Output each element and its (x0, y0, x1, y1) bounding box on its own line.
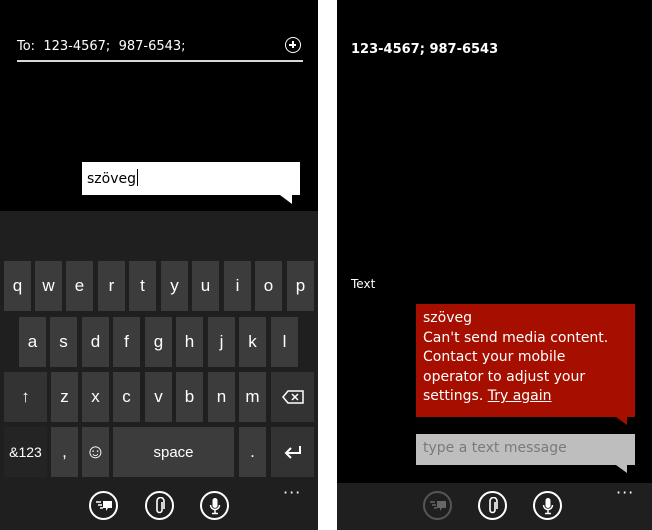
message-input[interactable]: type a text message (416, 434, 635, 473)
send-button[interactable] (423, 491, 452, 520)
key-q[interactable]: q (4, 261, 31, 311)
key-j[interactable]: j (208, 317, 235, 367)
key-a[interactable]: a (19, 317, 46, 367)
attach-button[interactable] (145, 491, 174, 520)
add-recipient-icon[interactable] (285, 37, 301, 53)
send-icon (95, 500, 112, 511)
message-text: szöveg (423, 310, 472, 326)
message-type-label: Text (351, 277, 376, 291)
backspace-key[interactable] (271, 372, 314, 422)
compose-message-input[interactable]: szöveg (82, 162, 300, 204)
enter-key[interactable] (271, 427, 314, 477)
key-g[interactable]: g (145, 317, 172, 367)
space-key[interactable]: space (113, 427, 234, 477)
key-n[interactable]: n (208, 372, 235, 422)
message-input-placeholder: type a text message (423, 440, 567, 456)
try-again-link[interactable]: Try again (488, 388, 552, 404)
conversation-screen: 123-4567; 987-6543 Text szöveg Can't sen… (337, 0, 652, 530)
enter-icon (284, 446, 301, 459)
key-e[interactable]: e (66, 261, 93, 311)
key-b[interactable]: b (176, 372, 203, 422)
key-i[interactable]: i (224, 261, 251, 311)
paperclip-icon (488, 496, 498, 513)
key-s[interactable]: s (50, 317, 77, 367)
key-t[interactable]: t (129, 261, 156, 311)
shift-key[interactable]: ↑ (4, 372, 47, 422)
attach-button[interactable] (478, 491, 507, 520)
period-key[interactable]: . (239, 427, 266, 477)
key-r[interactable]: r (98, 261, 125, 311)
symbols-key[interactable]: &123 (4, 427, 47, 477)
compose-screen: To: 123-4567; 987-6543; szöveg q w e r t… (0, 0, 318, 530)
app-bar: ··· (337, 483, 652, 530)
key-d[interactable]: d (82, 317, 109, 367)
text-caret (137, 169, 138, 186)
paperclip-icon (155, 496, 165, 513)
key-p[interactable]: p (287, 261, 314, 311)
send-button[interactable] (89, 491, 118, 520)
key-z[interactable]: z (51, 372, 78, 422)
key-y[interactable]: y (161, 261, 188, 311)
microphone-icon (209, 497, 220, 514)
to-field-text: To: 123-4567; 987-6543; (17, 39, 186, 54)
on-screen-keyboard: q w e r t y u i o p a s d f g h j k l ↑ … (0, 211, 318, 483)
key-v[interactable]: v (145, 372, 172, 422)
key-x[interactable]: x (82, 372, 109, 422)
key-w[interactable]: w (35, 261, 62, 311)
more-options-button[interactable]: ··· (616, 483, 634, 502)
more-options-button[interactable]: ··· (283, 483, 301, 502)
key-l[interactable]: l (271, 317, 298, 367)
backspace-icon (281, 390, 304, 404)
key-f[interactable]: f (113, 317, 140, 367)
compose-text: szöveg (87, 171, 136, 187)
conversation-recipients: 123-4567; 987-6543 (351, 42, 499, 57)
send-icon (429, 500, 446, 511)
microphone-icon (542, 497, 553, 514)
emoji-key[interactable]: ☺ (82, 427, 109, 477)
key-u[interactable]: u (192, 261, 219, 311)
failed-message-bubble: szöveg Can't send media content. Contact… (416, 304, 635, 425)
to-field[interactable]: To: 123-4567; 987-6543; (17, 36, 303, 62)
voice-button[interactable] (533, 491, 562, 520)
key-h[interactable]: h (176, 317, 203, 367)
voice-button[interactable] (200, 491, 229, 520)
key-k[interactable]: k (239, 317, 266, 367)
key-c[interactable]: c (113, 372, 140, 422)
comma-key[interactable]: , (51, 427, 78, 477)
key-m[interactable]: m (239, 372, 266, 422)
key-o[interactable]: o (255, 261, 282, 311)
app-bar: ··· (0, 483, 318, 530)
